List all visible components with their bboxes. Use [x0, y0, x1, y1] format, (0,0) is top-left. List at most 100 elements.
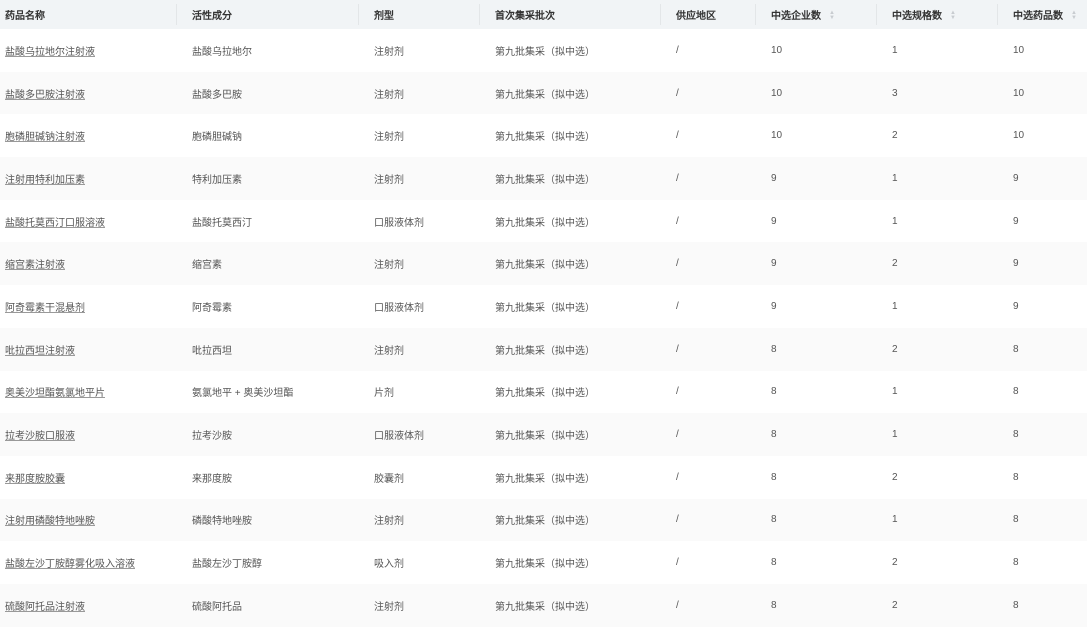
drug-name-link[interactable]: 注射用特利加压素: [5, 175, 85, 186]
sort-icon[interactable]: ▲ ▼: [950, 10, 956, 21]
drug-name-link[interactable]: 盐酸托莫西汀口服溶液: [5, 218, 105, 229]
cell-selected-drugs: 10: [997, 71, 1087, 115]
column-header-drug-name: 药品名称: [0, 0, 176, 29]
cell-dosage-form: 注射剂: [358, 583, 479, 627]
drug-name-link[interactable]: 阿奇霉素干混悬剂: [5, 303, 85, 314]
cell-selected-companies: 9: [771, 300, 777, 312]
cell-drug-name: 阿奇霉素干混悬剂: [0, 285, 176, 328]
cell-selected-companies: 8: [755, 327, 876, 371]
table-row: 盐酸乌拉地尔注射液 盐酸乌拉地尔 注射剂 第九批集采（拟中选） / 10 1 10: [0, 29, 1087, 72]
cell-active-ingredient: 硫酸阿托品: [176, 583, 358, 627]
cell-drug-name: 盐酸托莫西汀口服溶液: [0, 200, 176, 243]
cell-first-batch: 第九批集采（拟中选）: [479, 71, 660, 115]
cell-selected-drugs: 8: [997, 413, 1087, 456]
table-row: 注射用特利加压素 特利加压素 注射剂 第九批集采（拟中选）/9 1 9: [0, 157, 1087, 200]
cell-selected-companies: 8: [755, 413, 876, 456]
cell-active-ingredient: 盐酸乌拉地尔: [192, 46, 252, 58]
column-header-label: 首次集采批次: [495, 11, 555, 22]
cell-selected-specs: 3: [876, 71, 997, 115]
drug-name-link[interactable]: 硫酸阿托品注射液: [5, 602, 85, 613]
cell-selected-companies: 10: [755, 71, 876, 115]
cell-selected-specs: 1: [892, 386, 898, 398]
drug-name-link[interactable]: 奥美沙坦酯氨氯地平片: [5, 388, 105, 399]
table-row: 阿奇霉素干混悬剂 阿奇霉素 口服液体剂 第九批集采（拟中选） / 9 1 9: [0, 285, 1087, 328]
column-header-active-ingredient: 活性成分: [176, 0, 358, 29]
table-row: 吡拉西坦注射液 吡拉西坦 注射剂 第九批集采（拟中选）/8 2 8: [0, 327, 1087, 371]
column-header-selected-specs[interactable]: 中选规格数 ▲ ▼: [876, 0, 997, 29]
cell-first-batch: 第九批集采（拟中选）: [495, 473, 595, 485]
cell-selected-specs: 2: [876, 242, 997, 286]
cell-drug-name: 盐酸多巴胺注射液: [0, 71, 176, 115]
drug-name-link[interactable]: 盐酸左沙丁胺醇雾化吸入溶液: [5, 559, 135, 570]
cell-supply-region: /: [660, 583, 755, 627]
cell-supply-region: /: [676, 215, 679, 227]
cell-dosage-form: 注射剂: [358, 327, 479, 371]
cell-dosage-form: 胶囊剂: [374, 473, 404, 485]
cell-selected-companies: 10: [771, 44, 783, 56]
drug-name-link[interactable]: 拉考沙胺口服液: [5, 431, 75, 442]
drug-name-link[interactable]: 盐酸多巴胺注射液: [5, 90, 85, 101]
cell-active-ingredient: 盐酸托莫西汀: [192, 217, 252, 229]
table-row: 胞磷胆碱钠注射液 胞磷胆碱钠 注射剂 第九批集采（拟中选） / 10 2 10: [0, 114, 1087, 157]
cell-dosage-form: 注射剂: [374, 132, 404, 144]
cell-selected-companies: 8: [755, 498, 876, 542]
cell-first-batch: 第九批集采（拟中选）: [495, 559, 595, 571]
cell-dosage-form: 注射剂: [374, 46, 404, 58]
cell-selected-specs: 2: [876, 583, 997, 627]
cell-active-ingredient: 胞磷胆碱钠: [192, 132, 242, 144]
cell-active-ingredient: 拉考沙胺: [176, 413, 358, 456]
cell-supply-region: /: [660, 498, 755, 542]
sort-icon[interactable]: ▲ ▼: [829, 10, 835, 21]
drug-name-link[interactable]: 缩宫素注射液: [5, 260, 65, 271]
column-header-label: 中选企业数: [771, 11, 821, 22]
cell-first-batch: 第九批集采（拟中选）: [495, 302, 595, 314]
cell-supply-region: /: [660, 242, 755, 286]
cell-selected-companies: 9: [755, 157, 876, 200]
cell-first-batch: 第九批集采（拟中选）: [479, 327, 660, 371]
cell-supply-region: /: [676, 44, 679, 56]
cell-selected-companies: 8: [755, 583, 876, 627]
cell-selected-companies: 8: [771, 557, 777, 569]
cell-supply-region: /: [676, 300, 679, 312]
cell-first-batch: 第九批集采（拟中选）: [495, 132, 595, 144]
cell-first-batch: 第九批集采（拟中选）: [495, 46, 595, 58]
cell-selected-drugs: 8: [1013, 471, 1019, 483]
cell-supply-region: /: [660, 413, 755, 456]
cell-drug-name: 盐酸左沙丁胺醇雾化吸入溶液: [0, 541, 176, 584]
cell-selected-drugs: 8: [997, 583, 1087, 627]
drug-name-link[interactable]: 来那度胺胶囊: [5, 474, 65, 485]
column-header-label: 药品名称: [5, 11, 45, 22]
table-row: 注射用磷酸特地唑胺 磷酸特地唑胺 注射剂 第九批集采（拟中选）/8 1 8: [0, 498, 1087, 542]
cell-first-batch: 第九批集采（拟中选）: [479, 242, 660, 286]
cell-drug-name: 胞磷胆碱钠注射液: [0, 114, 176, 157]
column-header-selected-drugs[interactable]: 中选药品数 ▲ ▼: [997, 0, 1087, 29]
cell-drug-name: 拉考沙胺口服液: [0, 413, 176, 456]
drug-name-link[interactable]: 吡拉西坦注射液: [5, 346, 75, 357]
drug-name-link[interactable]: 注射用磷酸特地唑胺: [5, 516, 95, 527]
sort-icon[interactable]: ▲ ▼: [1071, 10, 1077, 21]
cell-selected-drugs: 9: [1013, 300, 1019, 312]
cell-first-batch: 第九批集采（拟中选）: [479, 413, 660, 456]
cell-selected-specs: 1: [876, 157, 997, 200]
column-header-label: 供应地区: [676, 11, 716, 22]
drug-name-link[interactable]: 盐酸乌拉地尔注射液: [5, 47, 95, 58]
cell-supply-region: /: [676, 130, 679, 142]
cell-selected-drugs: 9: [997, 242, 1087, 286]
cell-selected-specs: 2: [876, 327, 997, 371]
cell-active-ingredient: 特利加压素: [176, 157, 358, 200]
cell-selected-specs: 2: [892, 557, 898, 569]
column-header-selected-companies[interactable]: 中选企业数 ▲ ▼: [755, 0, 876, 29]
cell-selected-companies: 9: [771, 215, 777, 227]
column-header-first-batch: 首次集采批次: [479, 0, 660, 29]
cell-supply-region: /: [676, 386, 679, 398]
drug-name-link[interactable]: 胞磷胆碱钠注射液: [5, 132, 85, 143]
drug-table: 药品名称 活性成分 剂型 首次集采批次 供应地区 中选企业数 ▲ ▼ 中选规格数 ▲ ▼ 中选药品数 ▲…: [0, 0, 1087, 627]
cell-selected-companies: 10: [771, 130, 783, 142]
cell-dosage-form: 吸入剂: [374, 559, 404, 571]
cell-drug-name: 来那度胺胶囊: [0, 456, 176, 499]
cell-selected-drugs: 9: [1013, 215, 1019, 227]
cell-dosage-form: 注射剂: [358, 498, 479, 542]
cell-supply-region: /: [660, 71, 755, 115]
cell-selected-specs: 1: [892, 300, 898, 312]
cell-drug-name: 注射用磷酸特地唑胺: [0, 498, 176, 542]
